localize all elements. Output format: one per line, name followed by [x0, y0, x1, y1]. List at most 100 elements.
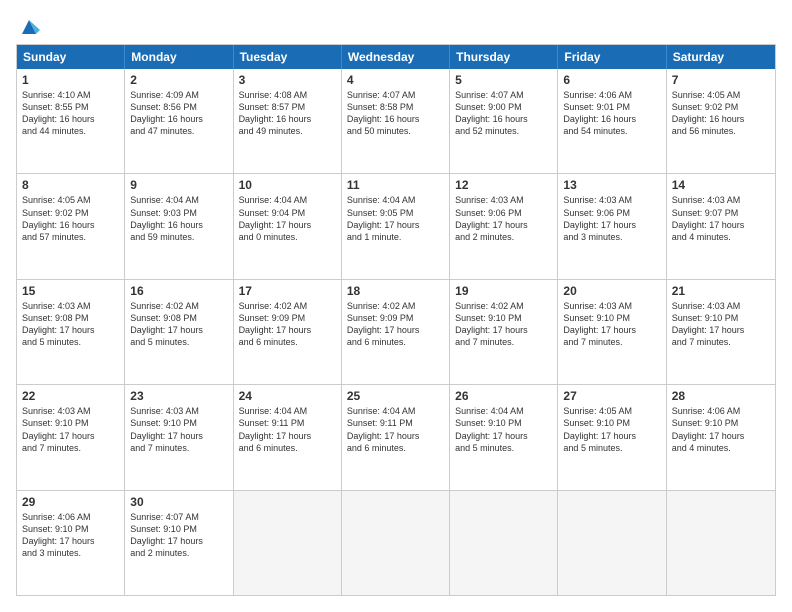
calendar-cell: 25 Sunrise: 4:04 AMSunset: 9:11 PMDayligh… — [342, 385, 450, 489]
calendar-cell: 7 Sunrise: 4:05 AMSunset: 9:02 PMDaylight… — [667, 69, 775, 173]
calendar-cell: 24 Sunrise: 4:04 AMSunset: 9:11 PMDayligh… — [234, 385, 342, 489]
calendar-cell: 22 Sunrise: 4:03 AMSunset: 9:10 PMDayligh… — [17, 385, 125, 489]
cell-details: Sunrise: 4:02 AMSunset: 9:08 PMDaylight:… — [130, 300, 227, 349]
day-number: 25 — [347, 389, 444, 403]
cell-details: Sunrise: 4:04 AMSunset: 9:11 PMDaylight:… — [239, 405, 336, 454]
weekday-header: Tuesday — [234, 45, 342, 69]
calendar-cell: 30Sunrise: 4:07 AMSunset: 9:10 PMDayligh… — [125, 491, 233, 595]
calendar-cell: 26 Sunrise: 4:04 AMSunset: 9:10 PMDayligh… — [450, 385, 558, 489]
calendar-body: 1 Sunrise: 4:10 AMSunset: 8:55 PMDaylight… — [17, 69, 775, 595]
day-number: 10 — [239, 178, 336, 192]
weekday-header: Thursday — [450, 45, 558, 69]
calendar-cell — [450, 491, 558, 595]
day-number: 20 — [563, 284, 660, 298]
day-number: 13 — [563, 178, 660, 192]
cell-details: Sunrise: 4:03 AMSunset: 9:10 PMDaylight:… — [672, 300, 770, 349]
day-number: 16 — [130, 284, 227, 298]
calendar-cell: 10 Sunrise: 4:04 AMSunset: 9:04 PMDayligh… — [234, 174, 342, 278]
cell-details: Sunrise: 4:03 AMSunset: 9:07 PMDaylight:… — [672, 194, 770, 243]
day-number: 6 — [563, 73, 660, 87]
cell-details: Sunrise: 4:06 AMSunset: 9:01 PMDaylight:… — [563, 89, 660, 138]
cell-details: Sunrise: 4:04 AMSunset: 9:05 PMDaylight:… — [347, 194, 444, 243]
cell-details: Sunrise: 4:04 AMSunset: 9:10 PMDaylight:… — [455, 405, 552, 454]
cell-details: Sunrise: 4:02 AMSunset: 9:09 PMDaylight:… — [347, 300, 444, 349]
calendar-cell: 8 Sunrise: 4:05 AMSunset: 9:02 PMDaylight… — [17, 174, 125, 278]
day-number: 9 — [130, 178, 227, 192]
cell-details: Sunrise: 4:05 AMSunset: 9:10 PMDaylight:… — [563, 405, 660, 454]
weekday-header: Saturday — [667, 45, 775, 69]
calendar-cell: 17 Sunrise: 4:02 AMSunset: 9:09 PMDayligh… — [234, 280, 342, 384]
calendar-cell: 28 Sunrise: 4:06 AMSunset: 9:10 PMDayligh… — [667, 385, 775, 489]
day-number: 22 — [22, 389, 119, 403]
cell-details: Sunrise: 4:06 AMSunset: 9:10 PMDaylight:… — [672, 405, 770, 454]
calendar-row: 29 Sunrise: 4:06 AMSunset: 9:10 PMDayligh… — [17, 490, 775, 595]
cell-details: Sunrise: 4:07 AMSunset: 9:00 PMDaylight:… — [455, 89, 552, 138]
day-number: 11 — [347, 178, 444, 192]
calendar-cell: 1 Sunrise: 4:10 AMSunset: 8:55 PMDaylight… — [17, 69, 125, 173]
day-number: 8 — [22, 178, 119, 192]
day-number: 17 — [239, 284, 336, 298]
cell-details: Sunrise: 4:04 AMSunset: 9:03 PMDaylight:… — [130, 194, 227, 243]
cell-details: Sunrise: 4:03 AMSunset: 9:10 PMDaylight:… — [563, 300, 660, 349]
calendar-row: 15 Sunrise: 4:03 AMSunset: 9:08 PMDayligh… — [17, 279, 775, 384]
calendar-cell: 21 Sunrise: 4:03 AMSunset: 9:10 PMDayligh… — [667, 280, 775, 384]
logo-icon — [18, 16, 40, 38]
calendar-cell: 27 Sunrise: 4:05 AMSunset: 9:10 PMDayligh… — [558, 385, 666, 489]
day-number: 29 — [22, 495, 119, 509]
day-number: 1 — [22, 73, 119, 87]
cell-details: Sunrise: 4:04 AMSunset: 9:11 PMDaylight:… — [347, 405, 444, 454]
weekday-header: Monday — [125, 45, 233, 69]
calendar-cell: 2Sunrise: 4:09 AMSunset: 8:56 PMDaylight… — [125, 69, 233, 173]
cell-details: Sunrise: 4:03 AMSunset: 9:08 PMDaylight:… — [22, 300, 119, 349]
calendar-cell: 9 Sunrise: 4:04 AMSunset: 9:03 PMDaylight… — [125, 174, 233, 278]
cell-details: Sunrise: 4:03 AMSunset: 9:10 PMDaylight:… — [130, 405, 227, 454]
cell-details: Sunrise: 4:04 AMSunset: 9:04 PMDaylight:… — [239, 194, 336, 243]
day-number: 26 — [455, 389, 552, 403]
day-number: 27 — [563, 389, 660, 403]
cell-details: Sunrise: 4:03 AMSunset: 9:06 PMDaylight:… — [563, 194, 660, 243]
calendar-cell: 5Sunrise: 4:07 AMSunset: 9:00 PMDaylight… — [450, 69, 558, 173]
calendar-cell: 4 Sunrise: 4:07 AMSunset: 8:58 PMDaylight… — [342, 69, 450, 173]
day-number: 18 — [347, 284, 444, 298]
cell-details: Sunrise: 4:02 AMSunset: 9:09 PMDaylight:… — [239, 300, 336, 349]
calendar: SundayMondayTuesdayWednesdayThursdayFrid… — [16, 44, 776, 596]
calendar-cell: 19Sunrise: 4:02 AMSunset: 9:10 PMDayligh… — [450, 280, 558, 384]
day-number: 30 — [130, 495, 227, 509]
day-number: 15 — [22, 284, 119, 298]
weekday-header: Friday — [558, 45, 666, 69]
calendar-cell: 23 Sunrise: 4:03 AMSunset: 9:10 PMDayligh… — [125, 385, 233, 489]
calendar-cell: 15 Sunrise: 4:03 AMSunset: 9:08 PMDayligh… — [17, 280, 125, 384]
calendar-cell: 20 Sunrise: 4:03 AMSunset: 9:10 PMDayligh… — [558, 280, 666, 384]
cell-details: Sunrise: 4:10 AMSunset: 8:55 PMDaylight:… — [22, 89, 119, 138]
day-number: 14 — [672, 178, 770, 192]
day-number: 28 — [672, 389, 770, 403]
day-number: 24 — [239, 389, 336, 403]
day-number: 21 — [672, 284, 770, 298]
day-number: 2 — [130, 73, 227, 87]
cell-details: Sunrise: 4:03 AMSunset: 9:10 PMDaylight:… — [22, 405, 119, 454]
calendar-cell — [234, 491, 342, 595]
cell-details: Sunrise: 4:08 AMSunset: 8:57 PMDaylight:… — [239, 89, 336, 138]
day-number: 4 — [347, 73, 444, 87]
logo — [16, 16, 40, 34]
cell-details: Sunrise: 4:05 AMSunset: 9:02 PMDaylight:… — [672, 89, 770, 138]
calendar-cell: 12Sunrise: 4:03 AMSunset: 9:06 PMDayligh… — [450, 174, 558, 278]
calendar-cell: 18 Sunrise: 4:02 AMSunset: 9:09 PMDayligh… — [342, 280, 450, 384]
calendar-cell: 6 Sunrise: 4:06 AMSunset: 9:01 PMDaylight… — [558, 69, 666, 173]
calendar-row: 22 Sunrise: 4:03 AMSunset: 9:10 PMDayligh… — [17, 384, 775, 489]
calendar-row: 8 Sunrise: 4:05 AMSunset: 9:02 PMDaylight… — [17, 173, 775, 278]
calendar-cell: 3Sunrise: 4:08 AMSunset: 8:57 PMDaylight… — [234, 69, 342, 173]
cell-details: Sunrise: 4:07 AMSunset: 8:58 PMDaylight:… — [347, 89, 444, 138]
day-number: 19 — [455, 284, 552, 298]
calendar-cell: 11 Sunrise: 4:04 AMSunset: 9:05 PMDayligh… — [342, 174, 450, 278]
calendar-header: SundayMondayTuesdayWednesdayThursdayFrid… — [17, 45, 775, 69]
cell-details: Sunrise: 4:03 AMSunset: 9:06 PMDaylight:… — [455, 194, 552, 243]
day-number: 7 — [672, 73, 770, 87]
cell-details: Sunrise: 4:05 AMSunset: 9:02 PMDaylight:… — [22, 194, 119, 243]
calendar-cell — [667, 491, 775, 595]
calendar-cell: 29 Sunrise: 4:06 AMSunset: 9:10 PMDayligh… — [17, 491, 125, 595]
day-number: 23 — [130, 389, 227, 403]
calendar-cell: 16 Sunrise: 4:02 AMSunset: 9:08 PMDayligh… — [125, 280, 233, 384]
weekday-header: Sunday — [17, 45, 125, 69]
cell-details: Sunrise: 4:06 AMSunset: 9:10 PMDaylight:… — [22, 511, 119, 560]
